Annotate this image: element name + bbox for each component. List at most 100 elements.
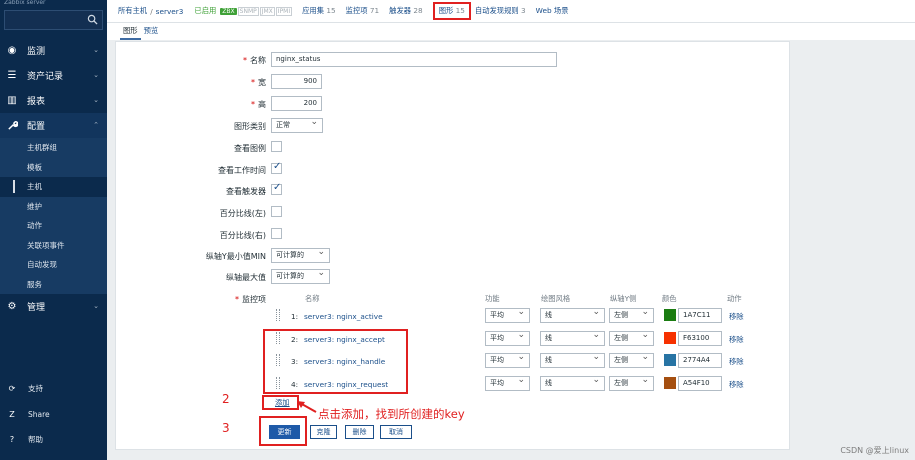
item-function-select[interactable]: 平均 <box>485 329 530 346</box>
help-label: 帮助 <box>28 435 43 445</box>
menu-label: 报表 <box>27 97 46 107</box>
item-color-field[interactable]: 2774A4 <box>678 353 722 368</box>
annotation-note: 点击添加，找到所创建的key <box>318 407 465 421</box>
search-input[interactable] <box>4 10 103 30</box>
item-remove-link[interactable]: 移除 <box>729 312 744 322</box>
breadcrumb-all-hosts[interactable]: 所有主机 <box>118 6 147 16</box>
item-remove-link[interactable]: 移除 <box>729 357 744 367</box>
submenu-maintenance[interactable]: 维护 <box>0 197 107 217</box>
nav-discovery-rules[interactable]: 自动发现规则 3 <box>475 6 526 16</box>
ymin-select[interactable]: 可计算的 <box>271 246 330 263</box>
nav-web-scenarios[interactable]: Web 场景 <box>536 6 569 16</box>
nav-count: 3 <box>521 6 526 15</box>
graph-type-label: 图形类别 <box>234 122 266 131</box>
width-label: * 宽 <box>251 78 266 87</box>
nav-label: 监控项 <box>345 6 368 15</box>
brand-label: Zabbix server <box>4 0 46 6</box>
menu-monitoring[interactable]: ◉ 监测 ⌄ <box>0 38 107 63</box>
nav-label: 图形 <box>438 6 454 15</box>
submenu-hosts[interactable]: 主机 <box>0 177 107 197</box>
ymax-select[interactable]: 可计算的 <box>271 267 330 284</box>
host-navigation: 所有主机 / server3 已启用 ZBX SNMP JMX IPMI 应用集… <box>107 0 915 23</box>
help-link[interactable]: ? 帮助 <box>0 427 107 453</box>
submenu-host-groups[interactable]: 主机群组 <box>0 138 107 158</box>
wrench-icon <box>5 120 19 132</box>
item-function-select[interactable]: 平均 <box>485 374 530 391</box>
submenu-templates[interactable]: 模板 <box>0 158 107 178</box>
item-y-side-select[interactable]: 左侧 <box>609 306 654 323</box>
width-field[interactable]: 900 <box>271 74 322 89</box>
main-menu: ◉ 监测 ⌄ ☰ 资产记录 ⌄ ▥ 报表 ⌄ 配置 ⌃ 主机群组 模板 主机 维… <box>0 38 107 319</box>
chevron-down-icon: ⌄ <box>93 302 99 310</box>
menu-inventory[interactable]: ☰ 资产记录 ⌄ <box>0 63 107 88</box>
item-color-field[interactable]: 1A7C11 <box>678 308 722 323</box>
submenu-actions[interactable]: 动作 <box>0 216 107 236</box>
item-function-select[interactable]: 平均 <box>485 351 530 368</box>
nav-count: 71 <box>369 6 380 15</box>
item-color-field[interactable]: F63100 <box>678 331 722 346</box>
list-icon: ☰ <box>7 70 17 81</box>
submenu-services[interactable]: 服务 <box>0 275 107 295</box>
item-number: 1: <box>291 312 299 321</box>
submenu-event-correlation[interactable]: 关联项事件 <box>0 236 107 256</box>
color-swatch[interactable] <box>664 332 676 344</box>
search-icon[interactable] <box>87 14 98 25</box>
percentile-right-checkbox[interactable] <box>271 228 282 239</box>
col-header-y-axis-side: 纵轴Y侧 <box>610 294 637 303</box>
chevron-down-icon: ⌄ <box>93 46 99 54</box>
item-draw-style-select[interactable]: 线 <box>540 329 605 346</box>
add-item-link[interactable]: 添加 <box>275 398 290 408</box>
item-y-side-select[interactable]: 左侧 <box>609 374 654 391</box>
tab-graph[interactable]: 图形 <box>120 24 141 40</box>
clone-button[interactable]: 克隆 <box>310 425 337 439</box>
chevron-down-icon: ⌄ <box>93 96 99 104</box>
nav-graphs[interactable]: 图形 15 <box>432 2 471 20</box>
form-tabs: 图形 预览 <box>107 23 915 40</box>
color-swatch[interactable] <box>664 377 676 389</box>
show-legend-checkbox[interactable] <box>271 141 282 152</box>
item-y-side-select[interactable]: 左侧 <box>609 329 654 346</box>
item-draw-style-select[interactable]: 线 <box>540 306 605 323</box>
breadcrumb-host[interactable]: server3 <box>156 7 184 16</box>
menu-reports[interactable]: ▥ 报表 ⌄ <box>0 88 107 113</box>
delete-button[interactable]: 删除 <box>345 425 374 439</box>
ymax-label: 纵轴最大值 <box>226 273 266 282</box>
nav-applications[interactable]: 应用集 15 <box>302 6 336 16</box>
height-field[interactable]: 200 <box>271 96 322 111</box>
share-label: Share <box>28 409 50 419</box>
annotation-box-items <box>263 329 408 394</box>
status-enabled[interactable]: 已启用 <box>194 6 216 16</box>
show-triggers-checkbox[interactable] <box>271 182 282 195</box>
cancel-button[interactable]: 取消 <box>380 425 412 439</box>
name-field[interactable]: nginx_status <box>271 52 557 67</box>
item-function-select[interactable]: 平均 <box>485 306 530 323</box>
item-y-side-select[interactable]: 左侧 <box>609 351 654 368</box>
item-remove-link[interactable]: 移除 <box>729 335 744 345</box>
nav-items[interactable]: 监控项 71 <box>346 6 380 16</box>
support-link[interactable]: ⟳ 支持 <box>0 376 107 402</box>
update-button[interactable]: 更新 <box>269 425 300 439</box>
tab-preview[interactable]: 预览 <box>141 24 162 40</box>
percentile-left-checkbox[interactable] <box>271 206 282 217</box>
show-worktime-label: 查看工作时间 <box>218 166 266 175</box>
item-draw-style-select[interactable]: 线 <box>540 374 605 391</box>
submenu-discovery[interactable]: 自动发现 <box>0 255 107 275</box>
percentile-left-label: 百分比线(左) <box>219 209 266 218</box>
item-name-link[interactable]: server3: nginx_active <box>304 312 383 321</box>
nav-label: 自动发现规则 <box>474 6 519 15</box>
nav-label: 应用集 <box>302 6 325 15</box>
drag-handle-icon[interactable] <box>276 309 280 321</box>
nav-triggers[interactable]: 触发器 28 <box>389 6 423 16</box>
menu-configuration[interactable]: 配置 ⌃ <box>0 113 107 138</box>
menu-administration[interactable]: ⚙ 管理 ⌄ <box>0 294 107 319</box>
color-swatch[interactable] <box>664 354 676 366</box>
graph-type-select[interactable]: 正常 <box>271 116 323 133</box>
share-link[interactable]: Z Share <box>0 402 107 428</box>
show-worktime-checkbox[interactable] <box>271 161 282 174</box>
color-swatch[interactable] <box>664 309 676 321</box>
item-draw-style-select[interactable]: 线 <box>540 351 605 368</box>
ymin-label: 纵轴Y最小值MIN <box>205 252 266 261</box>
col-header-draw-style: 绘图风格 <box>541 294 571 303</box>
item-color-field[interactable]: A54F10 <box>678 376 722 391</box>
item-remove-link[interactable]: 移除 <box>729 380 744 390</box>
